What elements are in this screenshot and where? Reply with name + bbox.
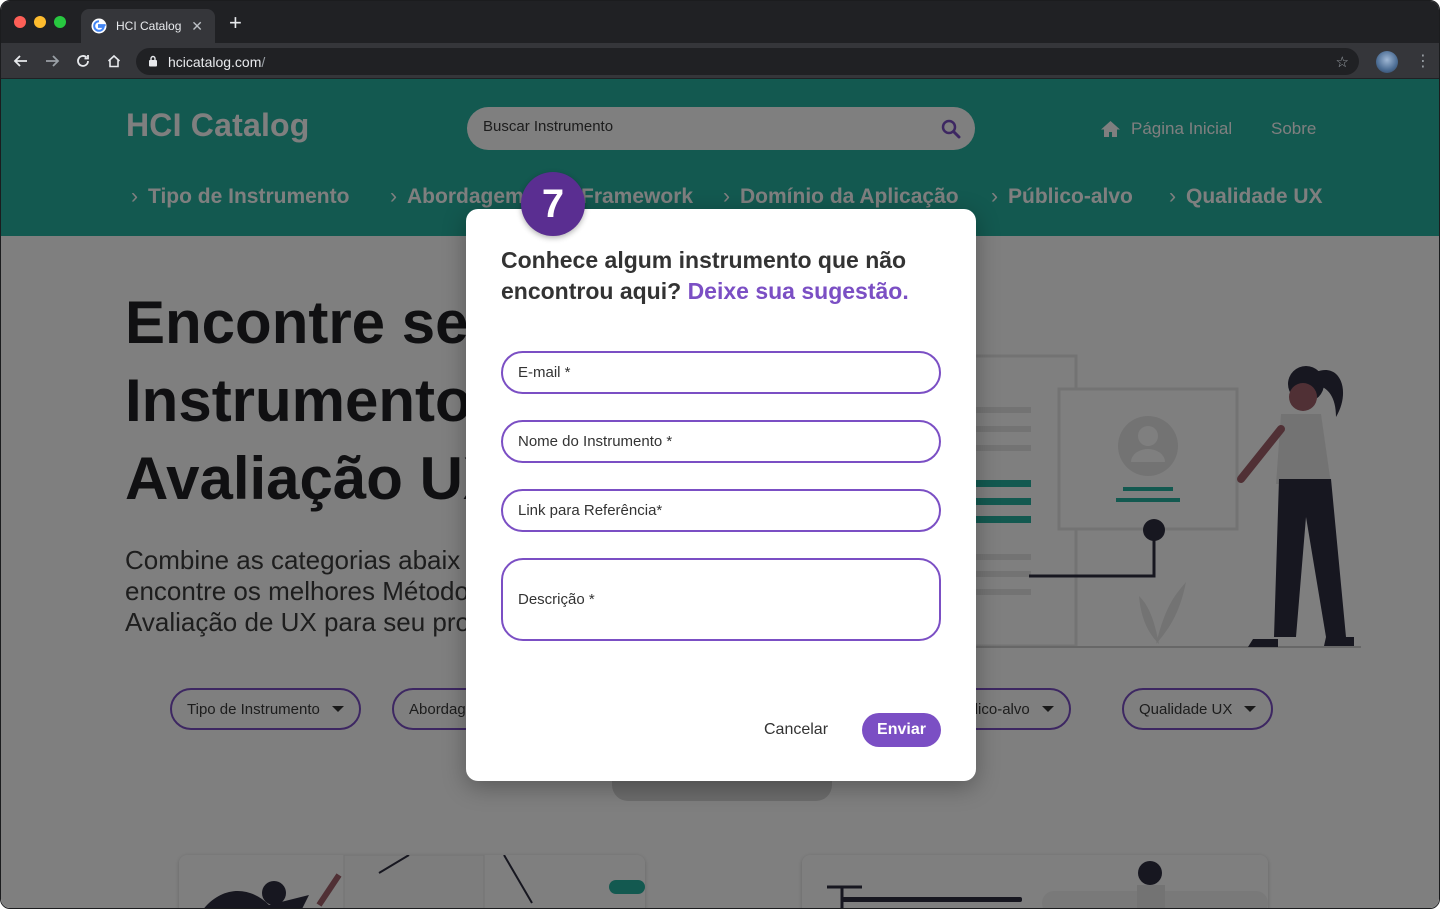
instrument-name-field[interactable]: [501, 420, 941, 463]
tab-close-icon[interactable]: ✕: [191, 18, 203, 35]
url-host: hcicatalog.com: [168, 54, 262, 70]
cancel-button[interactable]: Cancelar: [756, 713, 836, 747]
suggestion-modal: Conhece algum instrumento que não encont…: [466, 209, 976, 781]
submit-button[interactable]: Enviar: [862, 713, 941, 747]
lock-icon: [149, 55, 157, 67]
close-window-button[interactable]: [14, 16, 26, 28]
url-path: /: [261, 54, 266, 70]
home-icon[interactable]: [104, 51, 124, 71]
browser-tab[interactable]: HCI Catalog ✕: [81, 9, 215, 43]
modal-title-accent: Deixe sua sugestão.: [687, 278, 909, 304]
email-field[interactable]: [501, 351, 941, 394]
maximize-window-button[interactable]: [54, 16, 66, 28]
new-tab-button[interactable]: +: [229, 12, 242, 34]
reference-link-input[interactable]: [518, 502, 939, 519]
description-field[interactable]: [501, 558, 941, 641]
forward-arrow-icon[interactable]: [42, 51, 62, 71]
description-textarea[interactable]: [518, 589, 939, 610]
modal-title: Conhece algum instrumento que não encont…: [501, 245, 951, 307]
back-arrow-icon[interactable]: [11, 51, 31, 71]
instrument-name-input[interactable]: [518, 433, 939, 450]
google-favicon-icon: [91, 18, 107, 34]
browser-menu-icon[interactable]: ⋮: [1415, 51, 1431, 71]
reference-link-field[interactable]: [501, 489, 941, 532]
minimize-window-button[interactable]: [34, 16, 46, 28]
email-input[interactable]: [518, 364, 939, 381]
reload-icon[interactable]: [73, 51, 93, 71]
tab-title: HCI Catalog: [116, 19, 182, 33]
browser-toolbar: hcicatalog.com/ ☆ ⋮: [1, 43, 1439, 79]
step-number-badge: 7: [521, 172, 585, 236]
url-text: hcicatalog.com/: [168, 54, 265, 70]
browser-tabbar: HCI Catalog ✕ +: [1, 1, 1439, 43]
bookmark-star-icon[interactable]: ☆: [1336, 53, 1349, 71]
address-bar[interactable]: hcicatalog.com/ ☆: [136, 48, 1359, 75]
browser-window: HCI Catalog ✕ + hcicatalog.com/ ☆ ⋮ Busc…: [0, 0, 1440, 909]
profile-avatar[interactable]: [1376, 51, 1398, 73]
